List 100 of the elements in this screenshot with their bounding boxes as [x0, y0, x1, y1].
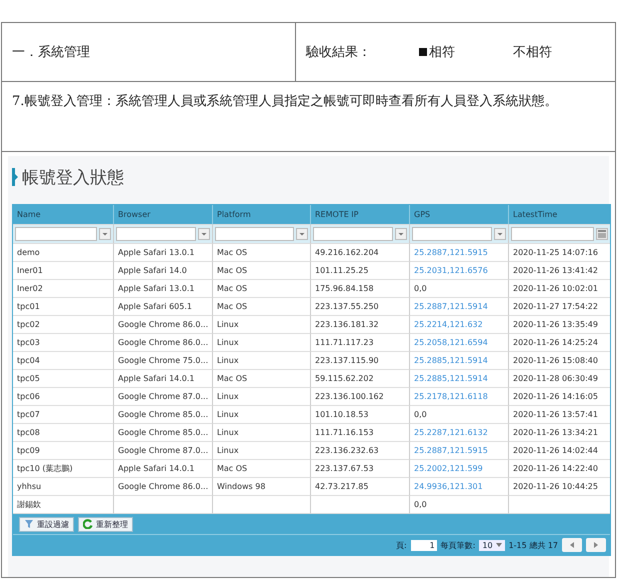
table-cell: 2020-11-26 14:16:05 — [509, 388, 610, 406]
page-size-label: 每頁筆數: — [440, 540, 476, 550]
refresh-icon — [83, 519, 93, 529]
table-cell: Linux — [213, 352, 311, 370]
table-cell: Mac OS — [213, 370, 311, 388]
table-cell: Apple Safari 13.0.1 — [114, 280, 213, 298]
filter-icon — [24, 519, 34, 529]
table-cell: 2020-11-26 14:25:24 — [509, 334, 610, 352]
section-title: 一．系統管理 — [12, 44, 90, 61]
record-range: 1-15 總共 17 — [508, 540, 558, 550]
table-cell: tpc04 — [13, 352, 114, 370]
table-cell: Google Chrome 87.0... — [114, 388, 213, 406]
table-cell: 0,0 — [410, 406, 509, 424]
table-cell: 2020-11-26 13:35:49 — [509, 316, 610, 334]
table-cell: tpc09 — [13, 442, 114, 460]
gps-link[interactable]: 24.9936,121.301 — [410, 478, 509, 496]
previous-page-button[interactable] — [562, 538, 582, 552]
table-cell: tpc07 — [13, 406, 114, 424]
table-cell: Apple Safari 605.1 — [114, 298, 213, 316]
table-cell: 223.136.181.32 — [311, 316, 410, 334]
table-cell: Google Chrome 75.0... — [114, 352, 213, 370]
page-size-dropdown[interactable]: 10 — [479, 540, 505, 550]
table-cell: 2020-11-26 10:44:25 — [509, 478, 610, 496]
table-cell: 2020-11-26 13:41:42 — [509, 262, 610, 280]
table-cell: Linux — [213, 334, 311, 352]
gps-link[interactable]: 25.2214,121.632 — [410, 316, 509, 334]
table-cell: 223.136.100.162 — [311, 388, 410, 406]
caret-icon — [496, 543, 502, 547]
table-cell: Iner02 — [13, 280, 114, 298]
title-marker-icon — [12, 168, 18, 186]
dropdown-icon[interactable] — [395, 228, 407, 240]
table-cell: 2020-11-26 13:34:21 — [509, 424, 610, 442]
table-cell: 223.137.67.53 — [311, 460, 410, 478]
table-cell: tpc08 — [13, 424, 114, 442]
table-cell: 223.137.115.90 — [311, 352, 410, 370]
table-cell: 2020-11-26 10:02:01 — [509, 280, 610, 298]
gps-link[interactable]: 25.2287,121.6132 — [410, 424, 509, 442]
filter-field[interactable] — [116, 227, 196, 241]
filter-field[interactable] — [215, 227, 294, 241]
option-label: 不相符 — [513, 44, 552, 61]
gps-link[interactable]: 25.2178,121.6118 — [410, 388, 509, 406]
table-cell: Apple Safari 13.0.1 — [114, 244, 213, 262]
next-page-button[interactable] — [586, 538, 606, 552]
table-cell: 49.216.162.204 — [311, 244, 410, 262]
table-cell: Google Chrome 86.0... — [114, 334, 213, 352]
table-cell: tpc10 (葉志鵬) — [13, 460, 114, 478]
gps-link[interactable]: 25.2002,121.599 — [410, 460, 509, 478]
table-cell: tpc05 — [13, 370, 114, 388]
calendar-icon[interactable] — [596, 228, 608, 240]
table-cell: Mac OS — [213, 460, 311, 478]
table-cell: 111.71.117.23 — [311, 334, 410, 352]
table-cell: Apple Safari 14.0 — [114, 262, 213, 280]
page-input[interactable]: 1 — [410, 540, 437, 550]
page-label: 頁: — [396, 540, 407, 550]
table-cell: Linux — [213, 442, 311, 460]
table-cell: Windows 98 — [213, 478, 311, 496]
table-cell: 223.136.232.63 — [311, 442, 410, 460]
table-cell: 42.73.217.85 — [311, 478, 410, 496]
gps-link[interactable]: 25.2885,121.5914 — [410, 352, 509, 370]
table-cell: 2020-11-26 14:02:44 — [509, 442, 610, 460]
gps-link[interactable]: 25.2887,121.5914 — [410, 298, 509, 316]
gps-link[interactable]: 25.2031,121.6576 — [410, 262, 509, 280]
checkbox[interactable] — [419, 48, 427, 56]
table-cell: tpc03 — [13, 334, 114, 352]
table-cell: Linux — [213, 424, 311, 442]
table-cell: 223.137.55.250 — [311, 298, 410, 316]
reset-filter-button[interactable]: 重設過濾 — [19, 516, 74, 532]
table-cell: Iner01 — [13, 262, 114, 280]
table-cell: 2020-11-26 13:57:41 — [509, 406, 610, 424]
table-cell: Apple Safari 14.0.1 — [114, 460, 213, 478]
dropdown-icon[interactable] — [494, 228, 506, 240]
table-cell: Linux — [213, 406, 311, 424]
table-cell: 101.10.18.53 — [311, 406, 410, 424]
table-cell: 2020-11-27 17:54:22 — [509, 298, 610, 316]
table-cell: Mac OS — [213, 280, 311, 298]
table-cell: tpc01 — [13, 298, 114, 316]
table-cell: 2020-11-25 14:07:16 — [509, 244, 610, 262]
table-cell: 59.115.62.202 — [311, 370, 410, 388]
table-cell: yhhsu — [13, 478, 114, 496]
gps-link[interactable]: 25.2887,121.5915 — [410, 244, 509, 262]
filter-field[interactable] — [412, 227, 492, 241]
filter-field[interactable] — [313, 227, 393, 241]
table-cell: 111.71.16.153 — [311, 424, 410, 442]
table-cell: Mac OS — [213, 298, 311, 316]
filter-field[interactable] — [15, 227, 97, 241]
dropdown-icon[interactable] — [296, 228, 308, 240]
gps-link[interactable]: 25.2885,121.5914 — [410, 370, 509, 388]
table-cell: 101.11.25.25 — [311, 262, 410, 280]
table-cell: 0,0 — [410, 280, 509, 298]
gps-link[interactable]: 25.2887,121.5915 — [410, 442, 509, 460]
dropdown-icon[interactable] — [99, 228, 111, 240]
gps-link[interactable]: 25.2058,121.6594 — [410, 334, 509, 352]
table-cell: Google Chrome 86.0... — [114, 478, 213, 496]
table-cell: Google Chrome 85.0... — [114, 406, 213, 424]
table-cell: tpc02 — [13, 316, 114, 334]
table-cell: demo — [13, 244, 114, 262]
refresh-button[interactable]: 重新整理 — [78, 516, 133, 532]
dropdown-icon[interactable] — [198, 228, 210, 240]
table-cell: 175.96.84.158 — [311, 280, 410, 298]
filter-field[interactable] — [511, 227, 594, 241]
